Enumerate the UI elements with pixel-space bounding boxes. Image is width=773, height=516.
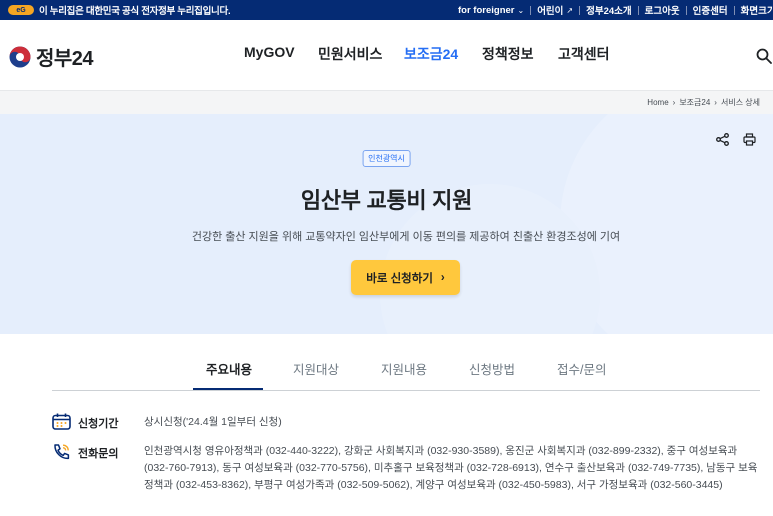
tab-how-to-apply[interactable]: 신청방법 bbox=[469, 359, 515, 378]
breadcrumb-bar: Home › 보조금24 › 서비스 상세 bbox=[0, 90, 773, 114]
apply-now-button[interactable]: 바로 신청하기 › bbox=[351, 260, 460, 295]
phone-inquiry-value: 인천광역시청 영유아정책과 (032-440-3222), 강화군 사회복지과 … bbox=[144, 445, 758, 491]
nav-mygov[interactable]: MyGOV bbox=[244, 44, 295, 60]
kids-link[interactable]: 어린이 ↗ bbox=[531, 3, 579, 18]
calendar-icon bbox=[52, 413, 71, 433]
foreigner-link[interactable]: for foreigner ⌄ bbox=[452, 5, 530, 16]
tab-reception-inquiry[interactable]: 접수/문의 bbox=[557, 359, 606, 378]
nav-subsidy24[interactable]: 보조금24 bbox=[404, 44, 458, 64]
chevron-right-icon: › bbox=[440, 271, 445, 284]
chevron-right-icon: › bbox=[672, 98, 676, 107]
application-period-label: 신청기간 bbox=[52, 413, 118, 433]
tab-eligibility[interactable]: 지원대상 bbox=[293, 359, 339, 378]
content-tabs: 주요내용 지원대상 지원내용 신청방법 접수/문의 bbox=[52, 334, 760, 391]
phone-inquiry-label: 전화문의 bbox=[52, 443, 118, 463]
tab-main-content[interactable]: 주요내용 bbox=[206, 359, 252, 378]
nav-customer-center[interactable]: 고객센터 bbox=[558, 44, 610, 64]
main-nav: MyGOV 민원서비스 보조금24 정책정보 고객센터 bbox=[0, 44, 773, 68]
hero-tools bbox=[716, 133, 756, 151]
top-notice-bar: eG 이 누리집은 대한민국 공식 전자정부 누리집입니다. for forei… bbox=[0, 0, 773, 20]
active-tab-indicator bbox=[193, 388, 263, 390]
search-icon[interactable] bbox=[756, 48, 772, 69]
tab-benefits[interactable]: 지원내용 bbox=[381, 359, 427, 378]
print-icon[interactable] bbox=[743, 133, 756, 151]
chevron-right-icon: › bbox=[714, 98, 717, 107]
breadcrumb-current: 서비스 상세 bbox=[720, 98, 760, 107]
phone-icon bbox=[52, 443, 71, 463]
region-badge: 인천광역시 bbox=[362, 150, 411, 167]
breadcrumb-subsidy24[interactable]: 보조금24 bbox=[679, 97, 710, 108]
breadcrumb: Home › 보조금24 › 서비스 상세 bbox=[647, 97, 760, 108]
share-icon[interactable] bbox=[716, 133, 729, 151]
about-link[interactable]: 정부24소개 bbox=[580, 3, 638, 17]
nav-civil-services[interactable]: 민원서비스 bbox=[318, 44, 382, 64]
site-header: 정부24 MyGOV 민원서비스 보조금24 정책정보 고객센터 bbox=[0, 20, 773, 90]
auth-center-link[interactable]: 인증센터 bbox=[687, 3, 734, 17]
application-period-value: 상시신청('24.4월 1일부터 신청) bbox=[144, 416, 282, 428]
page-title: 임산부 교통비 지원 bbox=[300, 188, 473, 213]
screen-size-control[interactable]: 화면크기 − 10 bbox=[735, 3, 773, 17]
nav-policy-info[interactable]: 정책정보 bbox=[482, 44, 534, 64]
official-notice: eG 이 누리집은 대한민국 공식 전자정부 누리집입니다. bbox=[8, 0, 231, 20]
chevron-down-icon: ⌄ bbox=[517, 5, 525, 15]
utility-links: for foreigner ⌄ 어린이 ↗ 정부24소개 로그아웃 인증센터 화… bbox=[452, 0, 773, 20]
official-site-notice[interactable]: 이 누리집은 대한민국 공식 전자정부 누리집입니다. bbox=[39, 3, 231, 17]
service-hero: 인천광역시 임산부 교통비 지원 건강한 출산 지원을 위해 교통약자인 임산부… bbox=[0, 114, 773, 334]
logout-link[interactable]: 로그아웃 bbox=[639, 3, 686, 17]
apply-button-label: 바로 신청하기 bbox=[366, 272, 433, 285]
egov-logo: eG bbox=[8, 5, 34, 15]
service-description: 건강한 출산 지원을 위해 교통약자인 임산부에게 이동 편의를 제공하여 친출… bbox=[191, 231, 621, 243]
external-link-icon: ↗ bbox=[566, 5, 574, 15]
breadcrumb-home[interactable]: Home bbox=[647, 98, 668, 107]
